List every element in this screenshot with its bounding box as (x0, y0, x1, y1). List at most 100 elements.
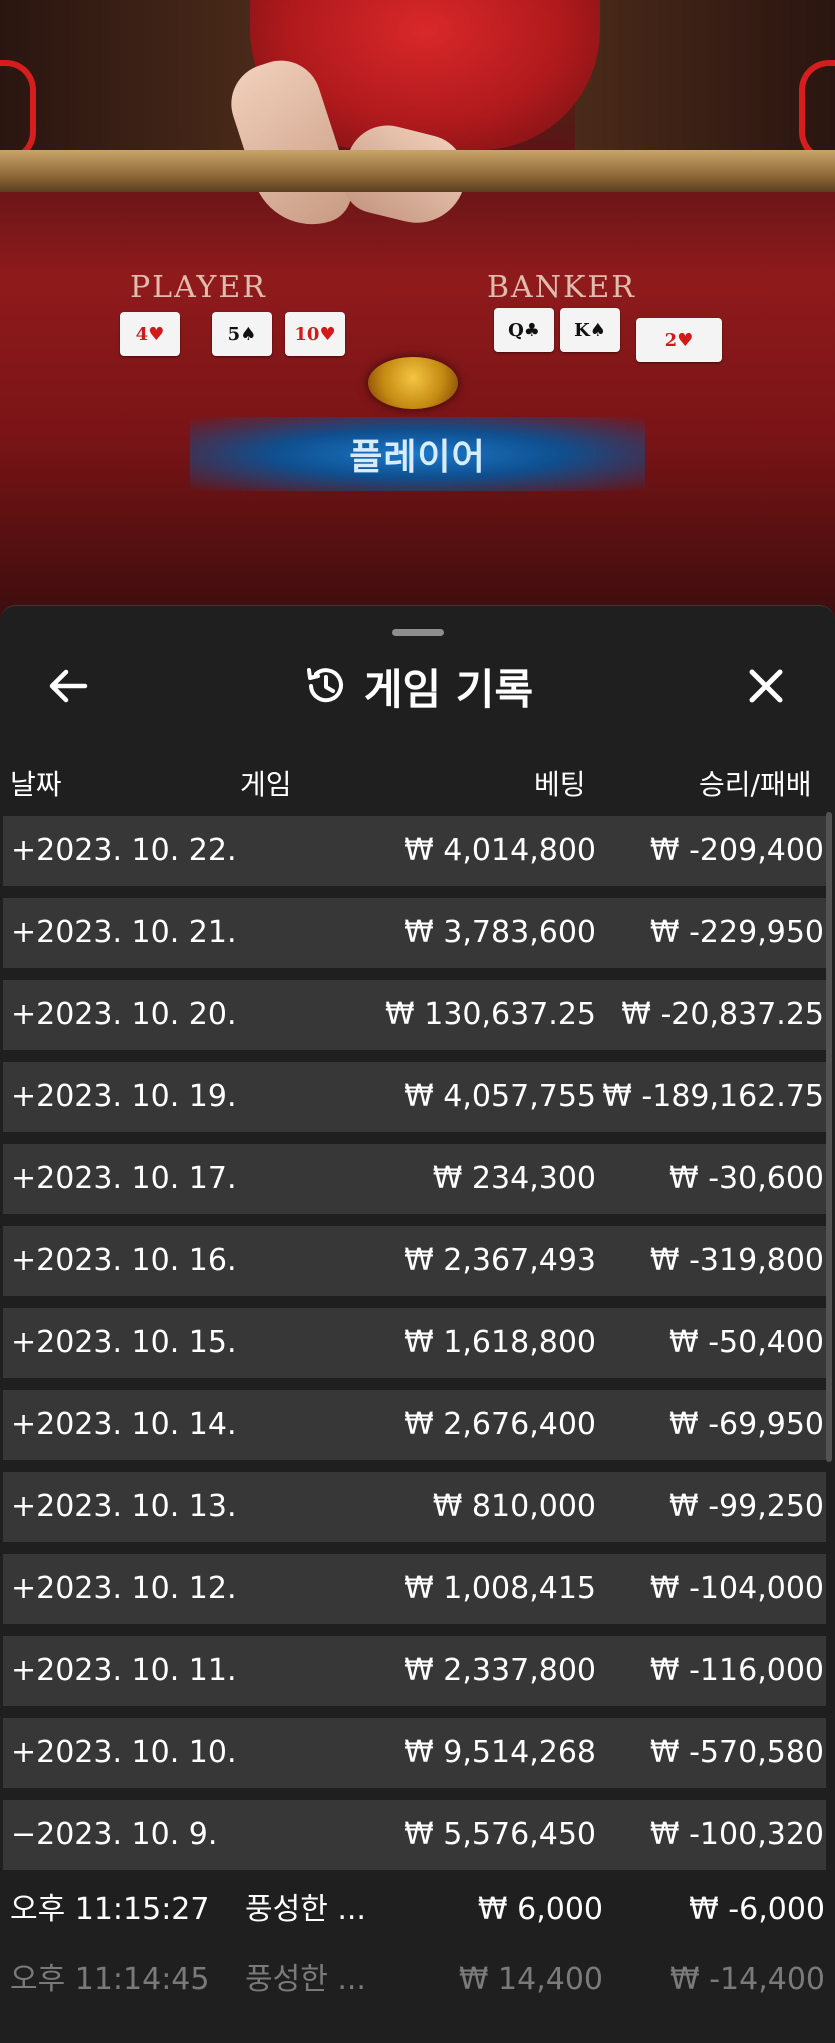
row-date: −2023. 10. 9. (11, 1817, 218, 1852)
player-card-2: 5 ♠ (212, 312, 272, 356)
row-win-loss: ₩ -100,320 (649, 1817, 824, 1852)
row-date: +2023. 10. 14. (11, 1407, 237, 1442)
sub-row-win-loss: ₩ -14,400 (670, 1962, 825, 1997)
card-rank: K (574, 319, 590, 341)
card-suit: ♥ (677, 329, 694, 351)
sub-row-time: 오후 11:14:45 (10, 1962, 210, 1997)
row-date: +2023. 10. 10. (11, 1735, 237, 1770)
row-date: +2023. 10. 11. (11, 1653, 237, 1688)
row-date: +2023. 10. 12. (11, 1571, 237, 1606)
card-suit: ♠ (240, 323, 257, 345)
row-bet: ₩ 4,014,800 (404, 833, 596, 868)
history-row[interactable]: +2023. 10. 16. ₩ 2,367,493 ₩ -319,800 (3, 1226, 826, 1296)
row-bet: ₩ 3,783,600 (404, 915, 596, 950)
arrow-left-icon (49, 669, 88, 703)
scrollbar[interactable] (826, 812, 832, 1462)
drag-handle[interactable] (392, 629, 444, 636)
banker-felt-label: BANKER (487, 270, 636, 305)
history-row[interactable]: +2023. 10. 12. ₩ 1,008,415 ₩ -104,000 (3, 1554, 826, 1624)
row-win-loss: ₩ -104,000 (649, 1571, 824, 1606)
row-bet: ₩ 1,008,415 (404, 1571, 596, 1606)
row-bet: ₩ 9,514,268 (404, 1735, 596, 1770)
banker-card-1: Q ♣ (494, 308, 554, 352)
row-win-loss: ₩ -570,580 (649, 1735, 824, 1770)
row-bet: ₩ 234,300 (432, 1161, 596, 1196)
player-felt-label: PLAYER (130, 270, 267, 305)
row-date: +2023. 10. 22. (11, 833, 237, 868)
row-date: +2023. 10. 21. (11, 915, 237, 950)
card-rank: Q (508, 319, 524, 341)
history-row[interactable]: +2023. 10. 21. ₩ 3,783,600 ₩ -229,950 (3, 898, 826, 968)
back-button[interactable] (40, 658, 96, 714)
history-row[interactable]: +2023. 10. 10. ₩ 9,514,268 ₩ -570,580 (3, 1718, 826, 1788)
history-sub-row[interactable]: 오후 11:15:27 풍성한 ... ₩ 6,000 ₩ -6,000 (0, 1880, 835, 1940)
column-header-win-loss[interactable]: 승리/패배 (699, 763, 811, 803)
history-row[interactable]: +2023. 10. 14. ₩ 2,676,400 ₩ -69,950 (3, 1390, 826, 1460)
card-rank: 2 (664, 329, 678, 351)
card-rank: 5 (227, 323, 241, 345)
sheet-title: 게임 기록 (363, 664, 534, 714)
card-suit: ♠ (589, 319, 606, 341)
row-date: +2023. 10. 15. (11, 1325, 237, 1360)
close-button[interactable] (738, 658, 794, 714)
row-win-loss: ₩ -69,950 (669, 1407, 824, 1442)
column-header-game[interactable]: 게임 (240, 763, 292, 803)
row-date: +2023. 10. 13. (11, 1489, 237, 1524)
history-row-expanded[interactable]: −2023. 10. 9. ₩ 5,576,450 ₩ -100,320 (3, 1800, 826, 1870)
history-row[interactable]: +2023. 10. 17. ₩ 234,300 ₩ -30,600 (3, 1144, 826, 1214)
sub-row-game: 풍성한 ... (245, 1892, 366, 1927)
history-row[interactable]: +2023. 10. 19. ₩ 4,057,755 ₩ -189,162.75 (3, 1062, 826, 1132)
sub-row-time: 오후 11:15:27 (10, 1892, 210, 1927)
history-row[interactable]: +2023. 10. 15. ₩ 1,618,800 ₩ -50,400 (3, 1308, 826, 1378)
row-win-loss: ₩ -319,800 (649, 1243, 824, 1278)
table-rail (0, 150, 835, 192)
banker-card-3: 2 ♥ (636, 318, 722, 362)
row-date: +2023. 10. 20. (11, 997, 237, 1032)
row-bet: ₩ 2,367,493 (404, 1243, 596, 1278)
row-bet: ₩ 2,337,800 (404, 1653, 596, 1688)
history-row[interactable]: +2023. 10. 20. ₩ 130,637.25 ₩ -20,837.25 (3, 980, 826, 1050)
row-bet: ₩ 130,637.25 (385, 997, 596, 1032)
row-bet: ₩ 5,576,450 (404, 1817, 596, 1852)
row-win-loss: ₩ -20,837.25 (621, 997, 824, 1032)
row-date: +2023. 10. 17. (11, 1161, 237, 1196)
background-wall-right (575, 0, 835, 150)
row-bet: ₩ 1,618,800 (404, 1325, 596, 1360)
player-card-3: 10 ♥ (285, 312, 345, 356)
card-suit: ♣ (523, 319, 540, 341)
row-win-loss: ₩ -229,950 (649, 915, 824, 950)
history-sub-row[interactable]: 오후 11:14:45 풍성한 ... ₩ 14,400 ₩ -14,400 (0, 1950, 835, 2010)
history-row[interactable]: +2023. 10. 11. ₩ 2,337,800 ₩ -116,000 (3, 1636, 826, 1706)
dealer-shoe-button (368, 357, 458, 409)
sheet-header: 게임 기록 (0, 658, 835, 714)
row-win-loss: ₩ -30,600 (669, 1161, 824, 1196)
sub-row-game: 풍성한 ... (245, 1962, 366, 1997)
row-bet: ₩ 810,000 (432, 1489, 596, 1524)
row-bet: ₩ 4,057,755 (404, 1079, 596, 1114)
sub-row-win-loss: ₩ -6,000 (689, 1892, 825, 1927)
sub-row-bet: ₩ 14,400 (458, 1962, 603, 1997)
sub-row-bet: ₩ 6,000 (477, 1892, 603, 1927)
row-date: +2023. 10. 16. (11, 1243, 237, 1278)
banker-card-2: K ♠ (560, 308, 620, 352)
row-win-loss: ₩ -99,250 (669, 1489, 824, 1524)
row-win-loss: ₩ -209,400 (649, 833, 824, 868)
history-icon (302, 663, 348, 709)
history-row[interactable]: +2023. 10. 22. ₩ 4,014,800 ₩ -209,400 (3, 816, 826, 886)
live-table-video: PLAYER BANKER 4 ♥ 5 ♠ 10 ♥ Q ♣ K ♠ 2 ♥ 플레이어 (0, 0, 835, 620)
close-icon (749, 669, 783, 703)
row-bet: ₩ 2,676,400 (404, 1407, 596, 1442)
card-rank: 4 (135, 323, 149, 345)
neon-light-left (0, 60, 36, 162)
column-header-date[interactable]: 날짜 (10, 763, 62, 803)
card-suit: ♥ (148, 323, 165, 345)
background-wall-left (0, 0, 260, 150)
row-date: +2023. 10. 19. (11, 1079, 237, 1114)
card-suit: ♥ (319, 323, 336, 345)
row-win-loss: ₩ -50,400 (669, 1325, 824, 1360)
result-banner: 플레이어 (190, 417, 645, 491)
history-row[interactable]: +2023. 10. 13. ₩ 810,000 ₩ -99,250 (3, 1472, 826, 1542)
column-header-bet[interactable]: 베팅 (534, 763, 586, 803)
row-win-loss: ₩ -189,162.75 (602, 1079, 824, 1114)
player-card-1: 4 ♥ (120, 312, 180, 356)
